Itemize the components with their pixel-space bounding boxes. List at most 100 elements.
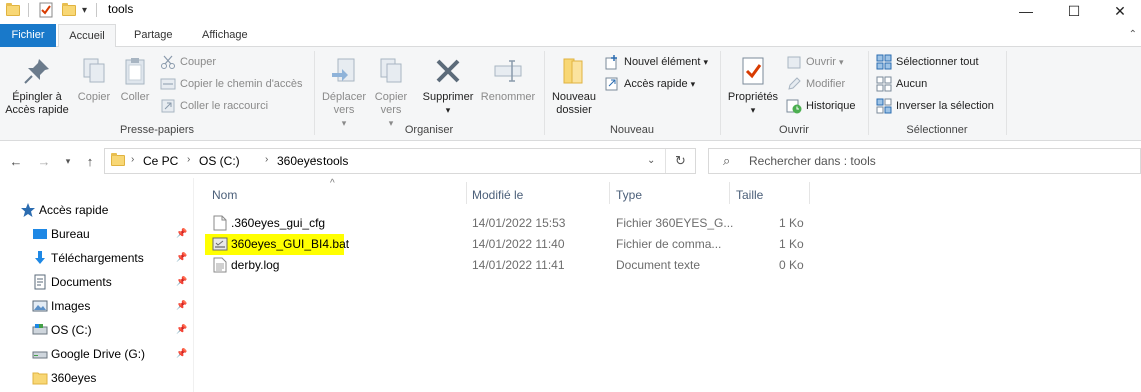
copy-path-button[interactable]: Copier le chemin d'accès bbox=[160, 75, 303, 93]
recent-locations-chevron-icon[interactable]: ▾ bbox=[58, 151, 78, 171]
easy-access-button[interactable]: Accès rapide ▾ bbox=[604, 75, 695, 93]
copy-path-label: Copier le chemin d'accès bbox=[180, 78, 303, 90]
column-header-modified[interactable]: Modifié le bbox=[472, 188, 523, 202]
pictures-icon bbox=[32, 298, 48, 314]
column-header-type[interactable]: Type bbox=[616, 188, 642, 202]
search-input[interactable]: Rechercher dans : tools bbox=[749, 154, 876, 168]
properties-button[interactable]: Propriétés ▾ bbox=[724, 51, 782, 117]
file-name: derby.log bbox=[231, 258, 280, 272]
properties-quick-icon[interactable] bbox=[38, 2, 54, 18]
address-bar[interactable]: › Ce PC › OS (C:) › 360eyes › tools ⌄ ↻ bbox=[104, 148, 696, 174]
copy-button[interactable]: Copier bbox=[74, 51, 114, 104]
breadcrumb-item[interactable]: Ce PC bbox=[143, 154, 178, 168]
file-row[interactable]: derby.log 14/01/2022 11:41 Document text… bbox=[205, 255, 805, 276]
breadcrumb-separator: › bbox=[187, 154, 191, 165]
paste-shortcut-button[interactable]: Coller le raccourci bbox=[160, 97, 268, 115]
pin-icon: 📌 bbox=[176, 276, 188, 286]
breadcrumb-item[interactable]: tools bbox=[323, 154, 348, 168]
group-divider bbox=[868, 51, 869, 135]
invert-selection-button[interactable]: Inverser la sélection bbox=[876, 97, 994, 115]
file-name: .360eyes_gui_cfg bbox=[231, 216, 326, 230]
copy-to-label: Copier vers bbox=[374, 91, 408, 116]
delete-button[interactable]: Supprimer ▾ bbox=[418, 51, 478, 117]
folder-icon bbox=[32, 370, 48, 386]
file-row[interactable]: 360eyes_GUI_BI4.bat 14/01/2022 11:40 Fic… bbox=[205, 234, 805, 255]
open-button[interactable]: Ouvrir ▾ bbox=[786, 53, 843, 71]
nav-item-label: Accès rapide bbox=[39, 203, 109, 217]
copy-path-icon bbox=[160, 76, 176, 92]
close-button[interactable]: ✕ bbox=[1097, 0, 1141, 22]
nav-item-google-drive[interactable]: Google Drive (G:) bbox=[32, 342, 226, 366]
search-icon: ⌕ bbox=[723, 153, 731, 168]
nav-item-label: 360eyes bbox=[51, 371, 97, 385]
select-all-button[interactable]: Sélectionner tout bbox=[876, 53, 979, 71]
quick-access-dropdown-icon[interactable]: ▾ bbox=[82, 2, 87, 18]
rename-button[interactable]: Renommer bbox=[478, 51, 538, 104]
nav-item-360eyes[interactable]: 360eyes bbox=[32, 366, 226, 390]
forward-arrow-icon[interactable]: → bbox=[34, 151, 54, 171]
select-all-icon bbox=[876, 54, 892, 70]
nav-item-documents[interactable]: Documents bbox=[32, 270, 226, 294]
edit-button[interactable]: Modifier bbox=[786, 75, 845, 93]
breadcrumb-item[interactable]: OS (C:) bbox=[199, 154, 240, 168]
copy-to-button[interactable]: Copier vers ▾ bbox=[370, 51, 412, 130]
column-header-size[interactable]: Taille bbox=[736, 188, 763, 202]
column-divider[interactable] bbox=[809, 182, 810, 204]
minimize-button[interactable]: — bbox=[1003, 0, 1049, 22]
paste-shortcut-label: Coller le raccourci bbox=[180, 100, 269, 112]
new-item-icon bbox=[604, 54, 620, 70]
pin-icon: 📌 bbox=[176, 228, 188, 238]
pin-icon: 📌 bbox=[176, 324, 188, 334]
up-arrow-icon[interactable]: ↑ bbox=[80, 151, 100, 171]
paste-button[interactable]: Coller bbox=[116, 51, 154, 104]
tab-view[interactable]: Affichage bbox=[192, 24, 258, 47]
select-none-label: Aucun bbox=[896, 78, 928, 90]
new-folder-quick-icon[interactable] bbox=[62, 2, 76, 18]
invert-selection-icon bbox=[876, 98, 892, 114]
select-none-icon bbox=[876, 76, 892, 92]
nav-item-label: Documents bbox=[51, 275, 112, 289]
history-button[interactable]: Historique bbox=[786, 97, 856, 115]
maximize-button[interactable]: ☐ bbox=[1051, 0, 1097, 22]
folder-icon bbox=[6, 2, 20, 18]
sort-ascending-icon: ^ bbox=[330, 178, 335, 189]
pin-quick-access-button[interactable]: Épingler à Accès rapide bbox=[4, 51, 70, 117]
easy-access-label: Accès rapide bbox=[624, 78, 688, 90]
file-row[interactable]: .360eyes_gui_cfg 14/01/2022 15:53 Fichie… bbox=[205, 213, 805, 234]
column-divider[interactable] bbox=[466, 182, 467, 204]
back-arrow-icon[interactable]: ← bbox=[6, 151, 26, 171]
nav-item-desktop[interactable]: Bureau bbox=[32, 222, 226, 246]
history-icon bbox=[786, 98, 802, 114]
address-dropdown-chevron-icon[interactable]: ⌄ bbox=[647, 155, 655, 166]
column-divider[interactable] bbox=[729, 182, 730, 204]
column-divider[interactable] bbox=[609, 182, 610, 204]
tab-file[interactable]: Fichier bbox=[0, 24, 56, 47]
group-divider bbox=[720, 51, 721, 135]
navigation-bar: ← → ▾ ↑ › Ce PC › OS (C:) › 360eyes › to… bbox=[0, 147, 1141, 175]
tab-home[interactable]: Accueil bbox=[58, 24, 116, 48]
file-size: 1 Ko bbox=[779, 237, 804, 251]
tab-share[interactable]: Partage bbox=[124, 24, 183, 47]
column-header-name[interactable]: Nom bbox=[212, 188, 237, 202]
cut-button[interactable]: Couper bbox=[160, 53, 216, 71]
new-folder-label: Nouveau dossier bbox=[551, 91, 597, 116]
new-folder-button[interactable]: Nouveau dossier bbox=[548, 51, 600, 117]
organize-group-label: Organiser bbox=[404, 124, 454, 136]
nav-item-os-c[interactable]: OS (C:) bbox=[32, 318, 226, 342]
properties-label: Propriétés bbox=[727, 91, 779, 103]
drive-icon bbox=[32, 346, 48, 362]
file-modified: 14/01/2022 11:40 bbox=[472, 237, 565, 251]
collapse-ribbon-icon[interactable]: ⌃ bbox=[1129, 29, 1137, 40]
search-box[interactable]: ⌕ Rechercher dans : tools bbox=[708, 148, 1141, 174]
move-to-button[interactable]: Déplacer vers ▾ bbox=[318, 51, 370, 130]
pin-icon: 📌 bbox=[176, 252, 188, 262]
nav-item-quick-access[interactable]: Accès rapide bbox=[20, 198, 214, 222]
nav-item-pictures[interactable]: Images bbox=[32, 294, 226, 318]
nav-item-downloads[interactable]: Téléchargements bbox=[32, 246, 226, 270]
new-item-button[interactable]: Nouvel élément ▾ bbox=[604, 53, 708, 71]
refresh-icon[interactable]: ↻ bbox=[675, 153, 686, 169]
move-to-icon bbox=[328, 55, 360, 87]
batch-file-icon bbox=[212, 237, 228, 254]
select-none-button[interactable]: Aucun bbox=[876, 75, 927, 93]
pin-label: Épingler à Accès rapide bbox=[5, 91, 69, 116]
